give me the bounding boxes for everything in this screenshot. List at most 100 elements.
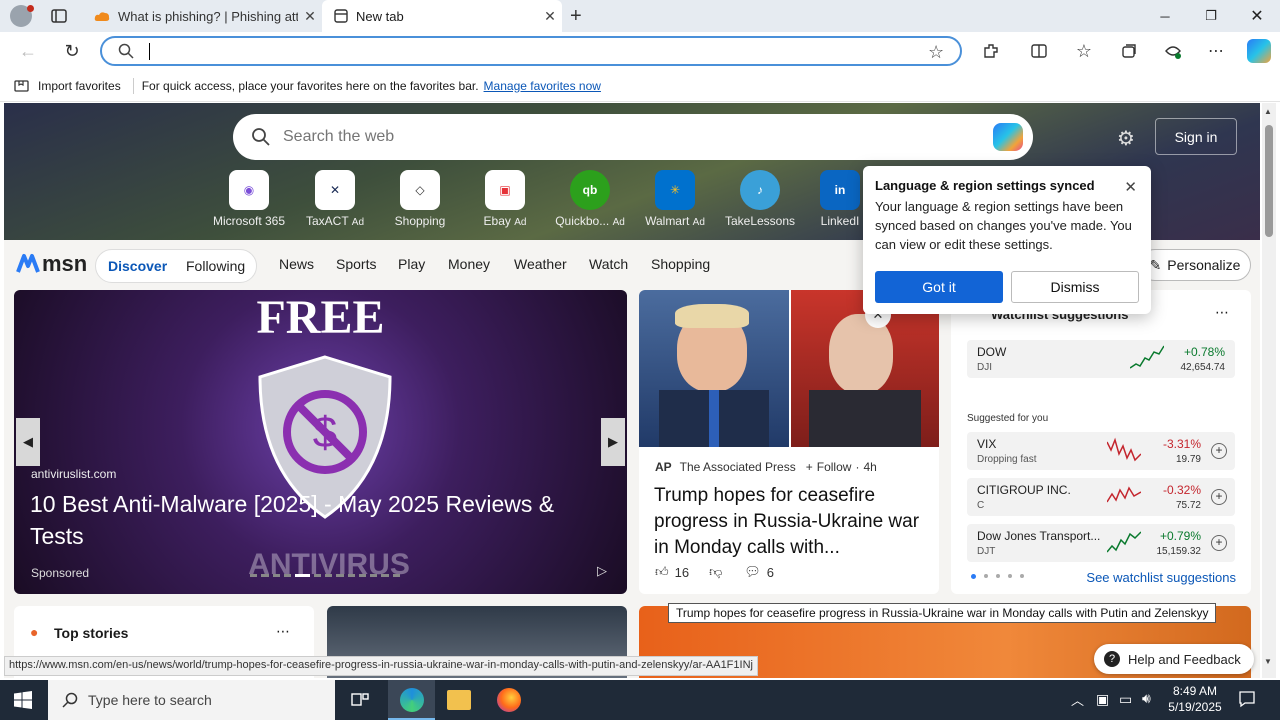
nav-sports[interactable]: Sports bbox=[336, 256, 376, 272]
meet-now-icon[interactable]: ▣ bbox=[1096, 691, 1109, 708]
tray-chevron-icon[interactable]: ︿ bbox=[1071, 690, 1084, 709]
refresh-icon[interactable]: ↻ bbox=[61, 40, 83, 62]
scrollbar-thumb[interactable] bbox=[1265, 125, 1273, 237]
card-headline[interactable]: 10 Best Anti-Malware [2025] - May 2025 R… bbox=[30, 488, 610, 552]
nav-watch[interactable]: Watch bbox=[589, 256, 628, 272]
ad-choices-icon[interactable]: ▷ bbox=[597, 563, 607, 579]
copilot-icon[interactable] bbox=[993, 123, 1023, 151]
stock-name: CITIGROUP INC. bbox=[977, 483, 1071, 497]
volume-icon[interactable]: 🔊︎ bbox=[1142, 690, 1151, 707]
news-headline[interactable]: Trump hopes for ceasefire progress in Ru… bbox=[654, 483, 930, 561]
thumbs-down-icon[interactable]: 👎︎ bbox=[709, 564, 722, 580]
linkedin-icon: in bbox=[820, 170, 860, 210]
split-screen-icon[interactable] bbox=[1028, 40, 1050, 62]
stock-row-dow[interactable]: DOW DJI +0.78% 42,654.74 bbox=[967, 340, 1235, 378]
profile-avatar[interactable] bbox=[10, 5, 34, 27]
nav-money[interactable]: Money bbox=[448, 256, 490, 272]
tile-label: LinkedI bbox=[820, 214, 860, 228]
import-favorites-button[interactable]: Import favorites bbox=[38, 79, 121, 93]
add-to-watchlist-icon[interactable]: + bbox=[1211, 535, 1227, 551]
back-arrow-icon[interactable]: ← bbox=[17, 40, 39, 62]
nav-news[interactable]: News bbox=[279, 256, 314, 272]
sign-in-button[interactable]: Sign in bbox=[1155, 118, 1237, 155]
settings-gear-icon[interactable]: ⚙ bbox=[1117, 126, 1135, 151]
performance-icon[interactable] bbox=[1162, 40, 1184, 62]
tile-quickbooks[interactable]: qb Quickbo... Ad bbox=[545, 170, 635, 228]
clock[interactable]: 8:49 AM 5/19/2025 bbox=[1160, 683, 1230, 715]
comment-icon[interactable]: 💬︎ bbox=[744, 564, 761, 580]
nav-shopping[interactable]: Shopping bbox=[651, 256, 710, 272]
msn-logo[interactable]: msn bbox=[16, 251, 87, 277]
carousel-next-button[interactable]: ▶ bbox=[601, 418, 625, 466]
help-feedback-button[interactable]: ? Help and Feedback bbox=[1094, 644, 1254, 674]
web-search-input[interactable] bbox=[283, 128, 963, 146]
personalize-button[interactable]: ✎ Personalize bbox=[1139, 249, 1251, 281]
more-menu-icon[interactable]: ⋯ bbox=[1205, 40, 1227, 62]
new-tab-plus-icon[interactable]: + bbox=[570, 5, 582, 28]
stock-row-vix[interactable]: VIX Dropping fast -3.31% 19.79 + bbox=[967, 432, 1235, 470]
close-tab-icon[interactable]: ✕ bbox=[538, 8, 562, 25]
tab-new-tab[interactable]: New tab ✕ bbox=[322, 0, 562, 32]
news-photo-left bbox=[639, 290, 789, 447]
see-watchlist-link[interactable]: See watchlist suggestions bbox=[1086, 570, 1236, 585]
extensions-icon[interactable] bbox=[980, 40, 1002, 62]
news-card[interactable]: ✕ AP The Associated Press + Follow · 4h … bbox=[639, 290, 939, 594]
address-bar[interactable]: ☆ bbox=[100, 36, 962, 66]
search-icon bbox=[62, 692, 78, 708]
publisher-name[interactable]: The Associated Press bbox=[680, 460, 796, 474]
antivirus-ad-card[interactable]: FREE $ ◀ ▶ antiviruslist.com 10 Best Ant… bbox=[14, 290, 627, 594]
taskbar-edge[interactable] bbox=[388, 680, 435, 720]
nav-play[interactable]: Play bbox=[398, 256, 425, 272]
taskbar-search[interactable]: Type here to search bbox=[48, 680, 335, 720]
import-favorites-icon[interactable] bbox=[14, 79, 30, 93]
stock-change: -0.32% bbox=[1162, 483, 1201, 497]
add-to-watchlist-icon[interactable]: + bbox=[1211, 489, 1227, 505]
network-icon[interactable]: ▭ bbox=[1119, 691, 1132, 708]
tile-taxact[interactable]: ✕ TaxACT Ad bbox=[290, 170, 380, 228]
more-options-icon[interactable]: ⋯ bbox=[1215, 304, 1229, 321]
nav-weather[interactable]: Weather bbox=[514, 256, 567, 272]
add-to-watchlist-icon[interactable]: + bbox=[1211, 443, 1227, 459]
tile-takelessons[interactable]: ♪ TakeLessons bbox=[715, 170, 805, 228]
newtab-favicon-icon bbox=[334, 9, 348, 23]
tile-walmart[interactable]: ✳ Walmart Ad bbox=[630, 170, 720, 228]
task-view-icon[interactable] bbox=[350, 690, 370, 710]
close-popup-icon[interactable]: ✕ bbox=[1124, 178, 1137, 196]
tile-microsoft-365[interactable]: ◉ Microsoft 365 bbox=[204, 170, 294, 228]
manage-favorites-link[interactable]: Manage favorites now bbox=[484, 79, 601, 93]
restore-button[interactable]: ❐ bbox=[1188, 0, 1234, 32]
thumbs-up-icon[interactable]: 👍︎ bbox=[655, 564, 669, 580]
page-scrollbar[interactable]: ▲ ▼ bbox=[1262, 103, 1276, 678]
tile-ebay[interactable]: ▣ Ebay Ad bbox=[460, 170, 550, 228]
edge-icon bbox=[400, 688, 424, 712]
more-options-icon[interactable]: ⋯ bbox=[276, 623, 290, 640]
firefox-icon[interactable] bbox=[497, 688, 521, 712]
card-source: antiviruslist.com bbox=[31, 467, 117, 481]
close-tab-icon[interactable]: ✕ bbox=[298, 8, 322, 25]
carousel-prev-button[interactable]: ◀ bbox=[16, 418, 40, 466]
stock-name: VIX bbox=[977, 437, 997, 451]
follow-button[interactable]: Follow bbox=[817, 460, 852, 474]
collections-icon[interactable] bbox=[1118, 40, 1140, 62]
windows-start-icon[interactable] bbox=[14, 691, 32, 709]
favorites-icon[interactable]: ☆ bbox=[1073, 40, 1095, 62]
favorite-star-icon[interactable]: ☆ bbox=[928, 42, 944, 63]
tab-actions-icon[interactable] bbox=[50, 7, 68, 25]
stock-row-djt[interactable]: Dow Jones Transport... DJT +0.79% 15,159… bbox=[967, 524, 1235, 562]
text-cursor bbox=[149, 43, 150, 60]
copilot-icon[interactable] bbox=[1247, 39, 1271, 63]
file-explorer-icon[interactable] bbox=[447, 690, 471, 710]
stock-row-citigroup[interactable]: CITIGROUP INC. C -0.32% 75.72 + bbox=[967, 478, 1235, 516]
tab-following[interactable]: Following bbox=[186, 258, 245, 274]
close-window-button[interactable]: ✕ bbox=[1234, 0, 1280, 32]
sparkline-up bbox=[1107, 531, 1141, 553]
tab-phishing[interactable]: What is phishing? | Phishing atta ✕ bbox=[84, 0, 322, 32]
minimize-button[interactable]: ─ bbox=[1142, 0, 1188, 32]
publisher-row: AP The Associated Press + Follow · 4h bbox=[655, 460, 877, 474]
tab-discover[interactable]: Discover bbox=[108, 258, 167, 274]
web-search-box[interactable] bbox=[233, 114, 1033, 160]
notification-icon[interactable] bbox=[1238, 690, 1256, 708]
got-it-button[interactable]: Got it bbox=[875, 271, 1003, 303]
dismiss-button[interactable]: Dismiss bbox=[1011, 271, 1139, 303]
tile-shopping[interactable]: ◇ Shopping bbox=[375, 170, 465, 228]
